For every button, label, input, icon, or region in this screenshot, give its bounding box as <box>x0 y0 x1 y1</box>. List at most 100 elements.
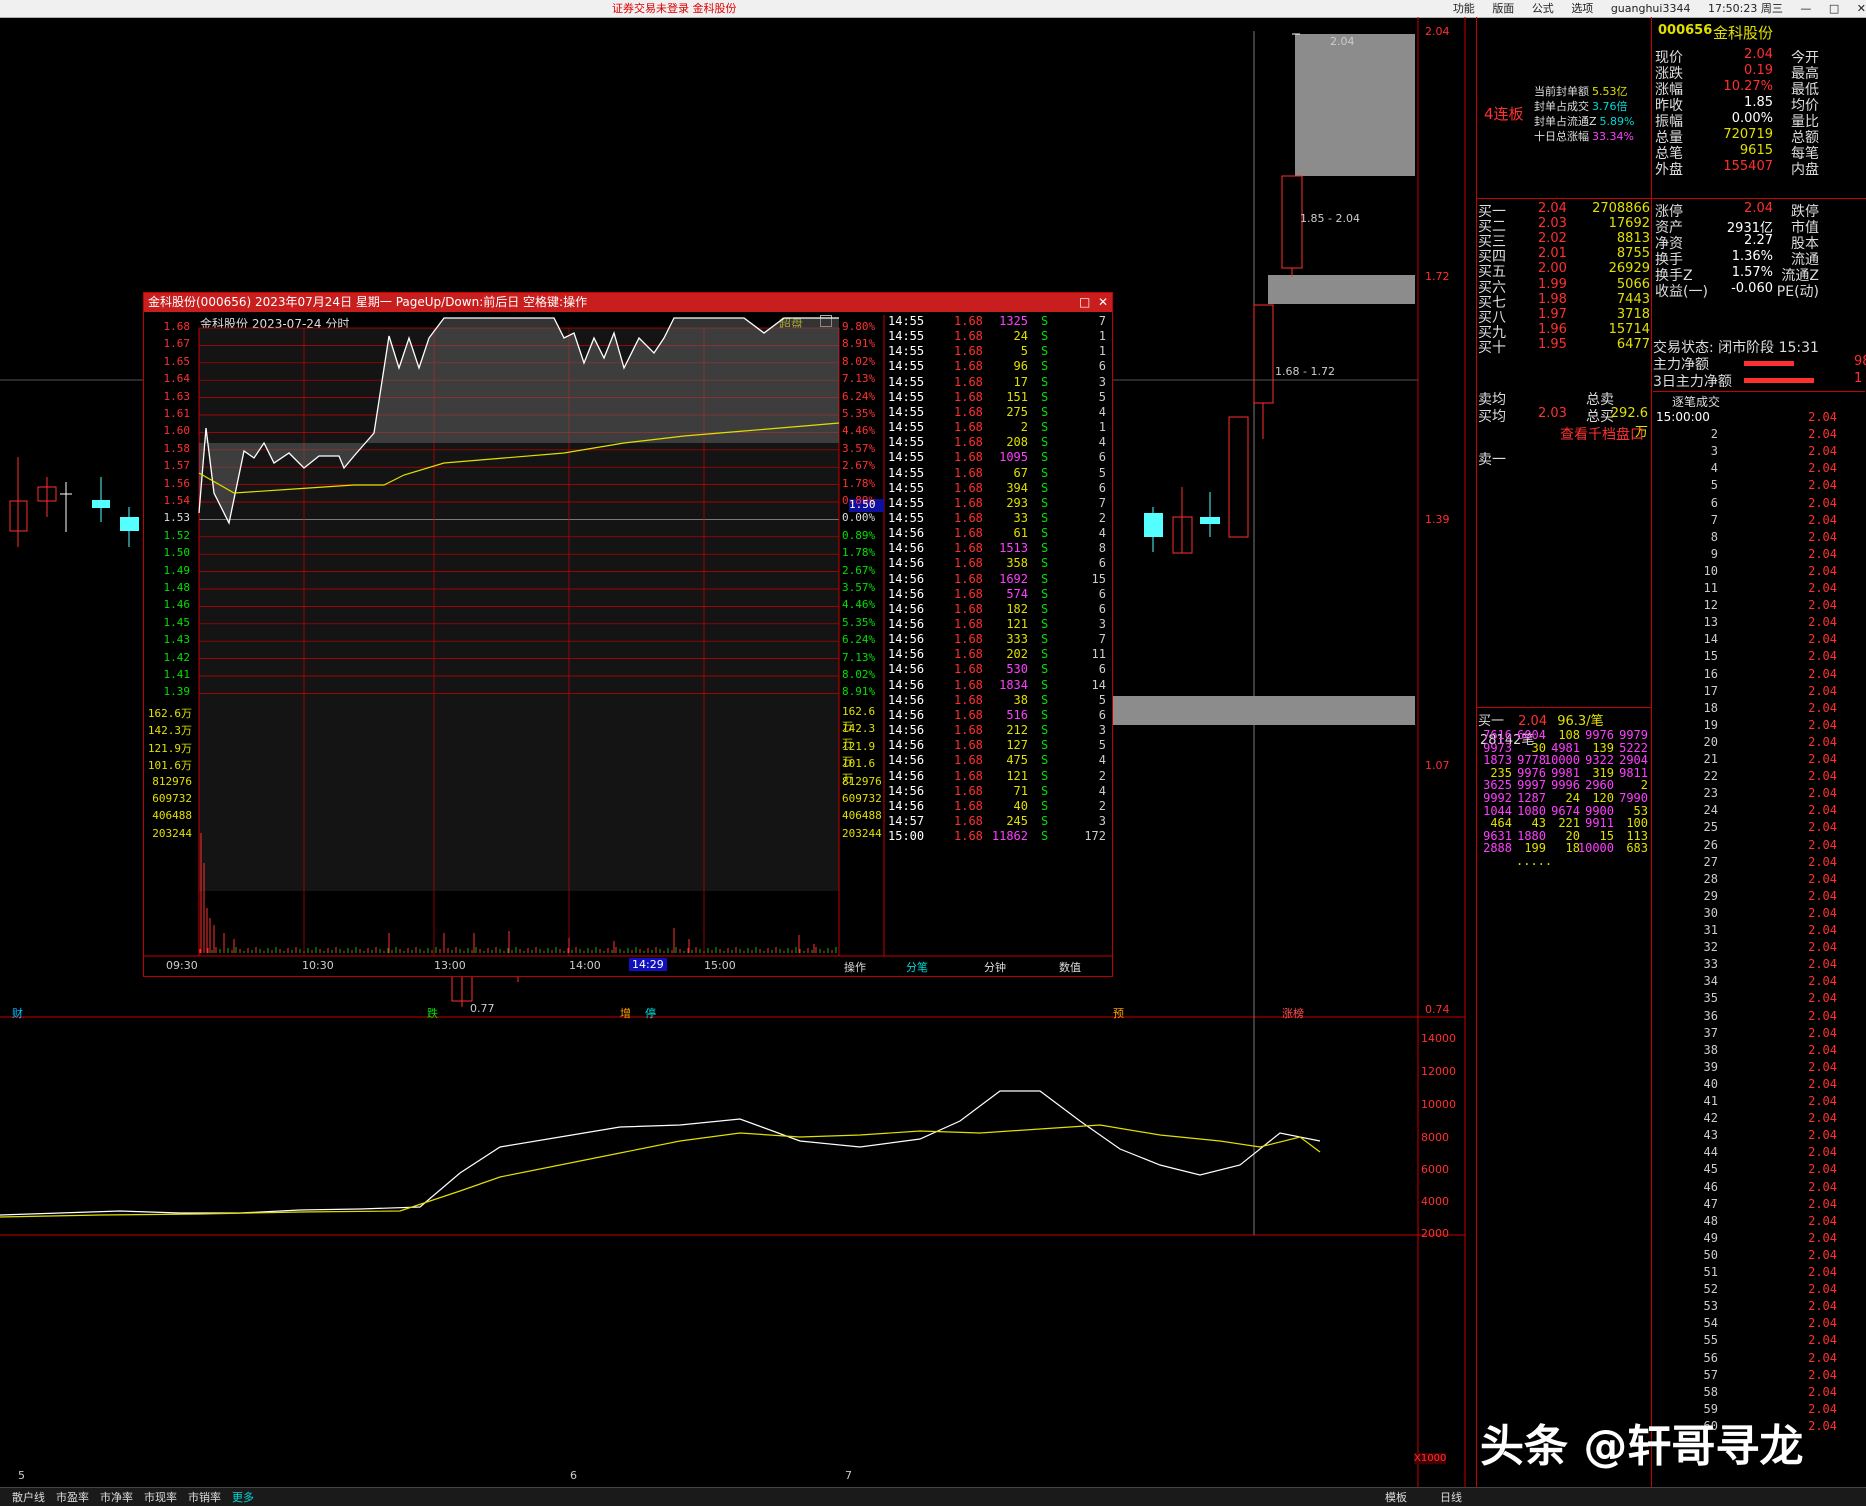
price-label-top: 2.04 <box>1425 25 1450 38</box>
trade-price: 1.68 <box>954 586 983 601</box>
bid-row: 买十 1.95 6477 <box>1478 337 1650 356</box>
trade-side: S <box>1041 647 1049 662</box>
tab-pcf[interactable]: 市现率 <box>144 1489 177 1505</box>
trade-side: S <box>1041 495 1049 510</box>
minimize-icon[interactable]: — <box>1800 2 1811 15</box>
trade-row: 14:56 1.68 1513 S 8 <box>886 541 1110 556</box>
zhubi-price: 2.04 <box>1808 1401 1837 1416</box>
bid-row: 买九 1.96 15714 <box>1478 322 1650 341</box>
trade-count: 7 <box>1098 632 1106 647</box>
zhubi-row: 50 2.04 <box>1653 1248 1865 1265</box>
zhubi-price: 2.04 <box>1808 649 1837 664</box>
zhubi-row: 20 2.04 <box>1653 735 1865 752</box>
zhubi-index: 32 <box>1703 940 1718 955</box>
zhubi-price: 2.04 <box>1808 1094 1837 1108</box>
tab-minutes[interactable]: 分钟 <box>984 959 1006 975</box>
bid-volume: 8755 <box>1616 246 1650 262</box>
tab-pb[interactable]: 市净率 <box>100 1489 133 1505</box>
zhubi-index: 29 <box>1703 888 1718 903</box>
quote-row: 现价 2.04 今开 <box>1653 47 1865 66</box>
event-marker-finance[interactable]: 财 <box>12 1005 23 1021</box>
tab-ps[interactable]: 市销率 <box>188 1489 221 1505</box>
trade-time: 14:55 <box>888 450 925 465</box>
zhubi-row: 48 2.04 <box>1653 1214 1865 1231</box>
price-tick: 1.52 <box>163 528 191 542</box>
bid-row: 买五 2.00 26929 <box>1478 261 1650 280</box>
trade-price: 1.68 <box>954 435 983 450</box>
close-icon[interactable]: ✕ <box>1857 2 1866 15</box>
trade-side: S <box>1041 450 1049 465</box>
price-tick: 1.39 <box>163 685 191 699</box>
menu-function[interactable]: 功能 <box>1453 2 1475 15</box>
tab-operate[interactable]: 操作 <box>844 959 866 975</box>
maximize-icon[interactable]: □ <box>1829 2 1839 15</box>
trade-count: 1 <box>1098 344 1106 359</box>
tab-pe[interactable]: 市盈率 <box>56 1489 89 1505</box>
queue-avg: 96.3/笔 <box>1557 714 1604 729</box>
trade-count: 6 <box>1098 601 1106 616</box>
tab-ticks[interactable]: 分笔 <box>906 959 928 975</box>
zhubi-row: 32 2.04 <box>1653 940 1865 957</box>
intraday-popup[interactable]: 金科股份(000656) 2023年07月24日 星期一 PageUp/Down… <box>143 292 1113 977</box>
menu-formula[interactable]: 公式 <box>1532 2 1554 15</box>
trade-side: S <box>1041 753 1049 768</box>
event-marker-halt[interactable]: 停 <box>645 1005 656 1021</box>
trade-count: 7 <box>1098 314 1106 328</box>
trade-time: 14:56 <box>888 753 925 768</box>
queue-row: 2888 199 18 10000 683 <box>1478 841 1650 855</box>
zhubi-price: 2.04 <box>1808 1128 1837 1143</box>
trade-list[interactable]: 14:55 1.68 1325 S 7 14:55 1.68 24 S 1 14:55 1.68 5 S 1… <box>886 314 1110 954</box>
trade-price: 1.68 <box>954 389 983 404</box>
trade-time: 14:55 <box>888 329 925 344</box>
trade-row: 14:55 1.68 17 S 3 <box>886 375 1110 390</box>
zhubi-list[interactable]: 2 2.04 3 2.04 4 2.04 5 2.04 6 2.04 7 2.04 8 2.04 9 2.04… <box>1653 410 1865 1470</box>
menu-layout[interactable]: 版面 <box>1492 2 1514 15</box>
view-1000-button[interactable]: 查看千档盘口 <box>1560 424 1644 444</box>
trade-count: 3 <box>1098 374 1106 389</box>
zhubi-price: 2.04 <box>1808 444 1837 459</box>
seal-label: 封单占成交 <box>1534 100 1589 113</box>
date-label-2: 6 <box>570 1469 577 1482</box>
template-button[interactable]: 模板 <box>1385 1489 1407 1505</box>
pct-tick: 8.91% <box>842 685 876 699</box>
zhubi-index: 27 <box>1703 854 1718 869</box>
event-marker-forecast[interactable]: 预 <box>1113 1005 1124 1021</box>
trade-time: 14:55 <box>888 465 925 480</box>
trade-count: 6 <box>1098 586 1106 601</box>
tab-more[interactable]: 更多 <box>232 1489 254 1505</box>
trade-time: 14:55 <box>888 435 925 450</box>
time-0930: 09:30 <box>166 959 198 972</box>
pct-tick: 8.91% <box>842 337 876 351</box>
annotation-low: 1.68 - 1.72 <box>1275 365 1335 378</box>
period-button[interactable]: 日线 <box>1440 1489 1462 1505</box>
bid-volume: 3718 <box>1616 306 1650 322</box>
trade-price: 1.68 <box>954 768 983 783</box>
zhubi-index: 3 <box>1710 444 1718 459</box>
vol-tick: 812976 <box>152 774 192 788</box>
pct-tick: 7.13% <box>842 372 876 386</box>
quote-row: 涨跌 0.19 最高 <box>1653 63 1865 82</box>
price-tick: 1.57 <box>163 459 191 473</box>
event-marker-rank[interactable]: 涨榜 <box>1282 1005 1304 1021</box>
event-marker-drop[interactable]: 跌 <box>427 1005 438 1021</box>
event-marker-increase[interactable]: 增 <box>620 1005 631 1021</box>
trade-row: 14:56 1.68 475 S 4 <box>886 753 1110 768</box>
vol-tick: 609732 <box>152 792 192 805</box>
trade-time: 14:56 <box>888 526 925 541</box>
trade-side: S <box>1041 329 1049 344</box>
zhubi-title[interactable]: 逐笔成交 <box>1672 393 1720 410</box>
trade-row: 14:56 1.68 182 S 6 <box>886 602 1110 617</box>
price-tick: 1.64 <box>163 372 191 386</box>
menu-options[interactable]: 选项 <box>1571 2 1593 15</box>
tab-values[interactable]: 数值 <box>1059 959 1081 975</box>
zhubi-price: 2.04 <box>1808 666 1837 681</box>
trade-row: 14:56 1.68 530 S 6 <box>886 662 1110 677</box>
trade-row: 14:55 1.68 96 S 6 <box>886 359 1110 374</box>
pct-tick: 0.00% <box>842 511 876 525</box>
zhubi-row: 37 2.04 <box>1653 1026 1865 1043</box>
zhubi-row: 56 2.04 <box>1653 1351 1865 1368</box>
vol-tick: 812976 <box>842 774 882 788</box>
price-tick: 1.53 <box>163 511 191 525</box>
trade-time: 14:56 <box>888 662 925 677</box>
tab-retail-line[interactable]: 散户线 <box>12 1489 45 1505</box>
